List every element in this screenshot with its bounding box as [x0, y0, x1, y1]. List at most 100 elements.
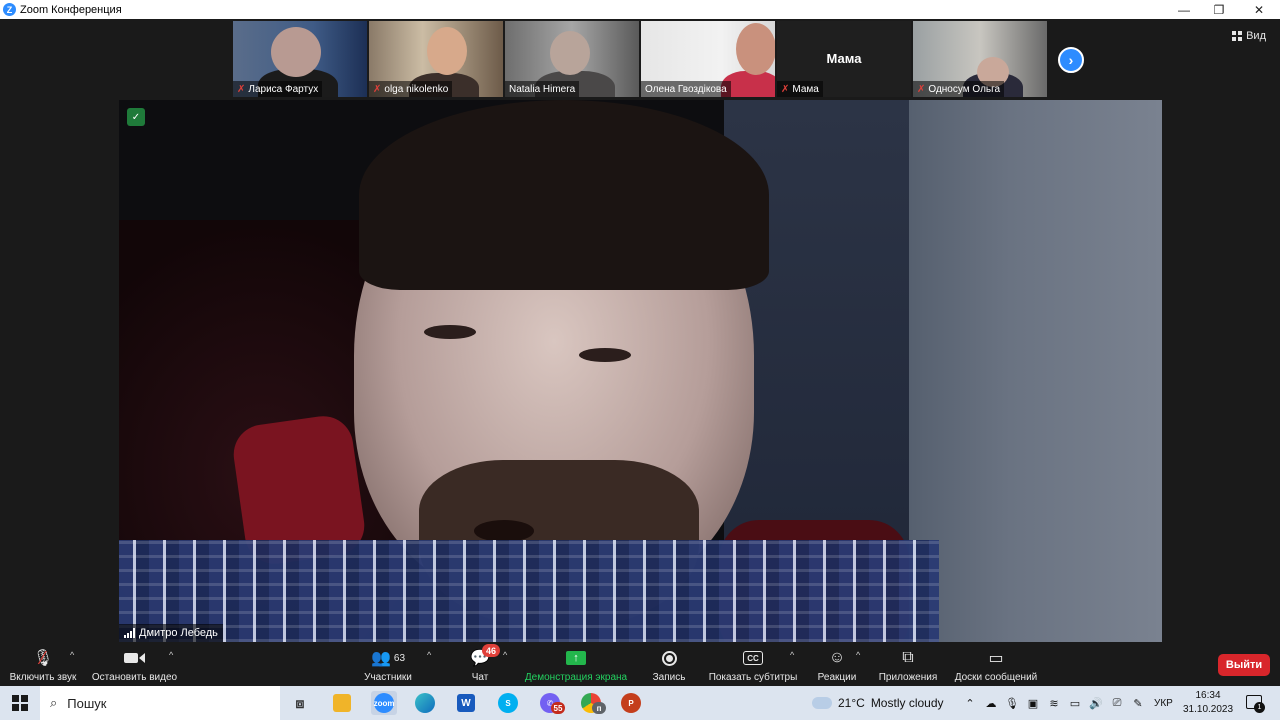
pen-icon[interactable]: ✎ [1132, 697, 1144, 710]
speaker-mouth [474, 520, 534, 542]
whiteboard-icon: ▭ [988, 650, 1004, 667]
audio-options-chevron-icon[interactable]: ^ [70, 650, 74, 660]
participant-name: Односум Ольга [928, 83, 1001, 95]
powerpoint-app-icon[interactable]: P [618, 691, 644, 715]
share-screen-label: Демонстрация экрана [524, 672, 628, 683]
participant-name: olga nikolenko [384, 83, 449, 95]
participant-name-label: Natalia Himera [505, 81, 580, 97]
restore-button[interactable]: ❐ [1200, 0, 1238, 19]
participant-thumbnail[interactable]: Natalia Himera [505, 21, 639, 97]
battery-icon[interactable]: ▭ [1069, 697, 1081, 710]
task-view-icon[interactable]: ⧈ [287, 691, 313, 715]
meeting-stage: Вид ✗ Лариса Фартух ✗ olga nikolenko Nat… [0, 19, 1280, 642]
next-page-button[interactable]: › [1058, 47, 1084, 73]
chat-options-chevron-icon[interactable]: ^ [503, 650, 507, 660]
chat-unread-badge: 46 [482, 644, 500, 657]
shirt-pattern [119, 540, 939, 642]
onedrive-icon[interactable]: ☁ [985, 697, 997, 710]
smiley-plus-icon: ☺ [828, 649, 846, 666]
apps-button[interactable]: ⧉ Приложения [876, 642, 940, 686]
speaker-volume-icon[interactable]: 🔊 [1089, 697, 1103, 710]
speaker-name: Дмитро Лебедь [139, 627, 218, 639]
edge-browser-icon[interactable] [412, 691, 438, 715]
windows-taskbar: ⌕ Пошук ⧈ zoom W S ✆ 55 п P 21°C Mostly c… [0, 686, 1280, 720]
speaker-hair [359, 100, 769, 290]
chrome-app-icon[interactable]: п [578, 691, 606, 715]
taskbar-clock[interactable]: 16:34 31.10.2023 [1183, 689, 1233, 717]
viber-app-icon[interactable]: ✆ 55 [537, 691, 565, 715]
reactions-options-chevron-icon[interactable]: ^ [856, 650, 860, 660]
active-speaker-video[interactable]: ✓ Дмитро Лебедь [119, 100, 1162, 642]
file-explorer-icon[interactable] [329, 691, 355, 715]
whiteboards-button[interactable]: ▭ Доски сообщений [950, 642, 1042, 686]
apps-label: Приложения [878, 672, 938, 683]
participant-face [271, 27, 321, 77]
show-captions-button[interactable]: CC Показать субтитры [706, 642, 800, 686]
participant-name: Мама [792, 83, 819, 95]
participant-name: Natalia Himera [509, 83, 576, 95]
meeting-controls: 🎙 ⁄ Включить звук ^ Остановить видео ^ 👥 6… [0, 642, 1280, 686]
participant-face [550, 31, 590, 75]
view-button[interactable]: Вид [1226, 27, 1272, 45]
weather-widget[interactable]: 21°C Mostly cloudy [812, 686, 944, 720]
muted-mic-icon: ✗ [917, 83, 926, 95]
taskbar-search-placeholder: Пошук [67, 695, 107, 711]
minimize-button[interactable]: — [1165, 0, 1203, 19]
notifications-count-badge: 1 [1254, 702, 1265, 713]
microphone-icon[interactable]: 🎙 [1005, 697, 1019, 710]
muted-mic-icon: ✗ [237, 83, 246, 95]
participants-options-chevron-icon[interactable]: ^ [427, 650, 431, 660]
participant-thumbnail[interactable]: ✗ Односум Ольга [913, 21, 1047, 97]
muted-mic-icon: ✗ [781, 83, 790, 95]
unmute-button[interactable]: 🎙 ⁄ Включить звук [8, 642, 78, 686]
participant-face [736, 23, 775, 75]
participant-name-label: ✗ Лариса Фартух [233, 81, 323, 97]
tray-app-icon[interactable]: ▣ [1027, 697, 1039, 710]
show-captions-label: Показать субтитры [708, 672, 798, 683]
zoom-taskbar-app[interactable]: zoom [371, 691, 397, 715]
record-button[interactable]: Запись [650, 642, 688, 686]
muted-mic-icon: 🎙 ⁄ [32, 647, 54, 668]
close-button[interactable]: ✕ [1240, 0, 1278, 19]
skype-app-icon[interactable]: S [495, 691, 521, 715]
encryption-shield-icon[interactable]: ✓ [127, 108, 145, 126]
weather-temperature: 21°C [838, 696, 865, 710]
record-label: Запись [652, 672, 686, 683]
leave-meeting-button[interactable]: Выйти [1218, 654, 1270, 676]
zoom-logo-icon: Z [3, 3, 16, 16]
participant-thumbnail[interactable]: ✗ Лариса Фартух [233, 21, 367, 97]
participant-name-label: Олена Гвоздікова [641, 81, 731, 97]
speaker-eye [579, 348, 631, 362]
unmute-label: Включить звук [9, 672, 77, 683]
tray-device-icon[interactable]: ⎚ [1111, 697, 1123, 710]
grid-view-icon [1232, 31, 1243, 41]
participants-button[interactable]: 👥 63 Участники [360, 642, 416, 686]
reactions-label: Реакции [817, 672, 857, 683]
reactions-button[interactable]: ☺ Реакции [816, 642, 858, 686]
clock-date: 31.10.2023 [1183, 704, 1234, 715]
video-options-chevron-icon[interactable]: ^ [169, 650, 173, 660]
participant-thumbnail[interactable]: ✗ olga nikolenko [369, 21, 503, 97]
stop-video-button[interactable]: Остановить видео [92, 642, 177, 686]
zoom-app-icon: zoom [374, 693, 394, 713]
word-app-icon[interactable]: W [453, 691, 479, 715]
participant-thumbnail[interactable]: Мама ✗ Мама [777, 21, 911, 97]
share-screen-button[interactable]: ↑ Демонстрация экрана [522, 642, 630, 686]
input-language-indicator[interactable]: УКР [1154, 686, 1173, 720]
taskbar-search-box[interactable]: ⌕ Пошук [40, 686, 280, 720]
whiteboards-label: Доски сообщений [954, 672, 1038, 683]
clock-time: 16:34 [1195, 690, 1221, 701]
chrome-profile-badge: п [592, 702, 606, 714]
tray-chevron-up-icon[interactable]: ⌃ [964, 697, 976, 710]
system-tray: ⌃ ☁ 🎙 ▣ ≋ ▭ 🔊 ⎚ ✎ [964, 686, 1144, 720]
participant-thumbnail[interactable]: Олена Гвоздікова [641, 21, 775, 97]
share-screen-arrow-icon: ↑ [566, 651, 586, 665]
participant-name-label: ✗ Мама [777, 81, 823, 97]
window-title: Zoom Конференция [20, 3, 122, 16]
viber-unread-badge: 55 [551, 702, 565, 714]
windows-start-icon[interactable] [12, 695, 28, 711]
captions-options-chevron-icon[interactable]: ^ [790, 650, 794, 660]
wifi-icon[interactable]: ≋ [1048, 697, 1060, 710]
participant-strip: ✗ Лариса Фартух ✗ olga nikolenko Natalia… [233, 21, 1047, 97]
chat-button[interactable]: 💬 46 Чат [462, 642, 500, 686]
